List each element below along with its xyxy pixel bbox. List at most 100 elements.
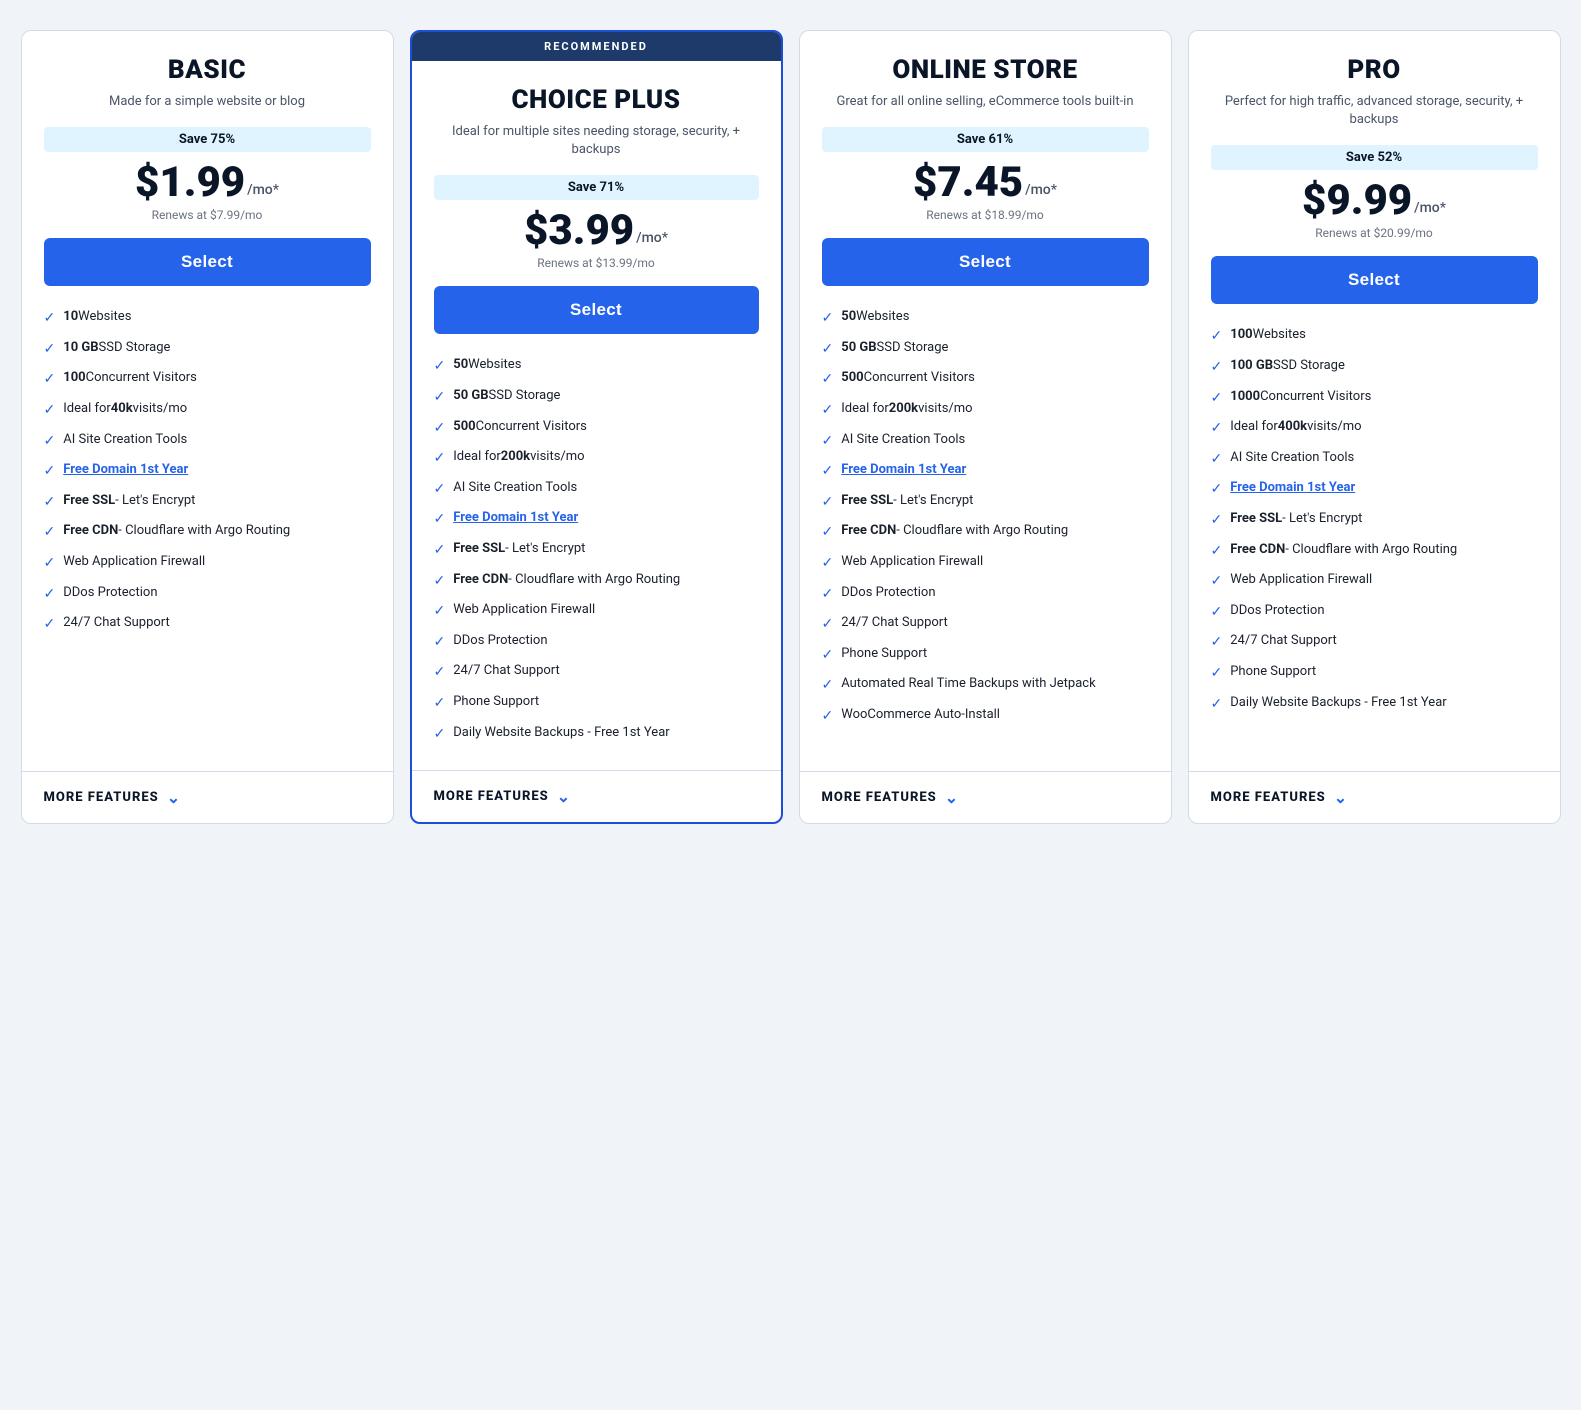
feature-item: ✓Free CDN - Cloudflare with Argo Routing [44, 522, 371, 543]
renews-at: Renews at $7.99/mo [44, 208, 371, 222]
check-icon: ✓ [44, 554, 56, 574]
feature-item: ✓Web Application Firewall [44, 553, 371, 574]
check-icon: ✓ [434, 572, 446, 592]
feature-item: ✓AI Site Creation Tools [44, 431, 371, 452]
feature-item: ✓Ideal for 400k visits/mo [1211, 418, 1538, 439]
price-dollar: $3.99 [524, 210, 634, 252]
check-icon: ✓ [434, 725, 446, 745]
check-icon: ✓ [822, 432, 834, 452]
feature-item: ✓100 Concurrent Visitors [44, 369, 371, 390]
features-list: ✓10 Websites✓10 GB SSD Storage✓100 Concu… [44, 308, 371, 645]
select-button[interactable]: Select [434, 286, 759, 334]
check-icon: ✓ [434, 694, 446, 714]
more-features-bar[interactable]: MORE FEATURES ⌄ [412, 770, 781, 822]
check-icon: ✓ [44, 615, 56, 635]
check-icon: ✓ [822, 309, 834, 329]
feature-item: ✓Web Application Firewall [434, 601, 759, 622]
feature-item: ✓Free CDN - Cloudflare with Argo Routing [822, 522, 1149, 543]
feature-item: ✓50 GB SSD Storage [434, 387, 759, 408]
feature-item: ✓Ideal for 200k visits/mo [822, 400, 1149, 421]
check-icon: ✓ [822, 554, 834, 574]
check-icon: ✓ [434, 480, 446, 500]
price-dollar: $7.45 [913, 162, 1023, 204]
feature-item: ✓Automated Real Time Backups with Jetpac… [822, 675, 1149, 696]
feature-item: ✓Free CDN - Cloudflare with Argo Routing [1211, 541, 1538, 562]
feature-item: ✓Phone Support [822, 645, 1149, 666]
feature-item: ✓WooCommerce Auto-Install [822, 706, 1149, 727]
check-icon: ✓ [822, 523, 834, 543]
feature-item: ✓AI Site Creation Tools [822, 431, 1149, 452]
check-icon: ✓ [1211, 450, 1223, 470]
feature-item: ✓50 GB SSD Storage [822, 339, 1149, 360]
check-icon: ✓ [434, 663, 446, 683]
price-dollar: $1.99 [135, 162, 245, 204]
more-features-bar[interactable]: MORE FEATURES ⌄ [1189, 771, 1560, 823]
feature-item: ✓Free SSL - Let's Encrypt [822, 492, 1149, 513]
check-icon: ✓ [434, 449, 446, 469]
check-icon: ✓ [434, 510, 446, 530]
check-icon: ✓ [44, 585, 56, 605]
feature-item: ✓Daily Website Backups - Free 1st Year [434, 724, 759, 745]
price-per-month: /mo* [1025, 182, 1057, 198]
feature-item: ✓24/7 Chat Support [1211, 632, 1538, 653]
select-button[interactable]: Select [1211, 256, 1538, 304]
check-icon: ✓ [1211, 480, 1223, 500]
check-icon: ✓ [44, 462, 56, 482]
price-row: $1.99/mo* [44, 162, 371, 204]
check-icon: ✓ [1211, 603, 1223, 623]
chevron-down-icon: ⌄ [1334, 788, 1347, 807]
feature-item: ✓Free Domain 1st Year [1211, 479, 1538, 500]
feature-item: ✓10 GB SSD Storage [44, 339, 371, 360]
more-features-label: MORE FEATURES [434, 789, 549, 804]
plan-description: Great for all online selling, eCommerce … [822, 93, 1149, 111]
check-icon: ✓ [822, 462, 834, 482]
feature-item: ✓500 Concurrent Visitors [434, 418, 759, 439]
feature-item: ✓DDos Protection [822, 584, 1149, 605]
chevron-down-icon: ⌄ [167, 788, 180, 807]
feature-item: ✓Ideal for 40k visits/mo [44, 400, 371, 421]
feature-item: ✓Free SSL - Let's Encrypt [1211, 510, 1538, 531]
check-icon: ✓ [44, 401, 56, 421]
more-features-bar[interactable]: MORE FEATURES⌄ [22, 771, 393, 823]
save-badge: Save 61% [822, 127, 1149, 152]
feature-item: ✓50 Websites [822, 308, 1149, 329]
features-list: ✓50 Websites ✓50 GB SSD Storage ✓500 Concu… [434, 356, 759, 754]
select-button[interactable]: Select [822, 238, 1149, 286]
check-icon: ✓ [1211, 572, 1223, 592]
feature-item: ✓24/7 Chat Support [44, 614, 371, 635]
check-icon: ✓ [434, 602, 446, 622]
renews-at: Renews at $18.99/mo [822, 208, 1149, 222]
feature-item: ✓24/7 Chat Support [822, 614, 1149, 635]
more-features-label: MORE FEATURES [822, 790, 937, 805]
chevron-down-icon: ⌄ [945, 788, 958, 807]
feature-item: ✓50 Websites [434, 356, 759, 377]
price-per-month: /mo* [1414, 200, 1446, 216]
feature-item: ✓Free SSL - Let's Encrypt [44, 492, 371, 513]
select-button[interactable]: Select [44, 238, 371, 286]
feature-item: ✓Free CDN - Cloudflare with Argo Routing [434, 571, 759, 592]
check-icon: ✓ [1211, 633, 1223, 653]
feature-item: ✓DDos Protection [44, 584, 371, 605]
check-icon: ✓ [1211, 511, 1223, 531]
price-per-month: /mo* [247, 182, 279, 198]
plan-name: BASIC [44, 55, 371, 85]
more-features-label: MORE FEATURES [1211, 790, 1326, 805]
plan-description: Ideal for multiple sites needing storage… [434, 123, 759, 159]
feature-item: ✓100 GB SSD Storage [1211, 357, 1538, 378]
check-icon: ✓ [1211, 358, 1223, 378]
feature-item: ✓500 Concurrent Visitors [822, 369, 1149, 390]
features-list: ✓50 Websites ✓50 GB SSD Storage ✓500 Concu… [822, 308, 1149, 736]
plan-name: CHOICE PLUS [434, 85, 759, 115]
more-features-bar[interactable]: MORE FEATURES ⌄ [800, 771, 1171, 823]
feature-item: ✓Ideal for 200k visits/mo [434, 448, 759, 469]
check-icon: ✓ [822, 401, 834, 421]
check-icon: ✓ [1211, 695, 1223, 715]
feature-item: ✓Free Domain 1st Year [822, 461, 1149, 482]
price-dollar: $9.99 [1302, 180, 1412, 222]
feature-item: ✓Web Application Firewall [1211, 571, 1538, 592]
chevron-down-icon: ⌄ [557, 787, 570, 806]
check-icon: ✓ [434, 419, 446, 439]
check-icon: ✓ [822, 646, 834, 666]
plan-card-basic: BASICMade for a simple website or blogSa… [21, 30, 394, 824]
price-row: $3.99/mo* [434, 210, 759, 252]
